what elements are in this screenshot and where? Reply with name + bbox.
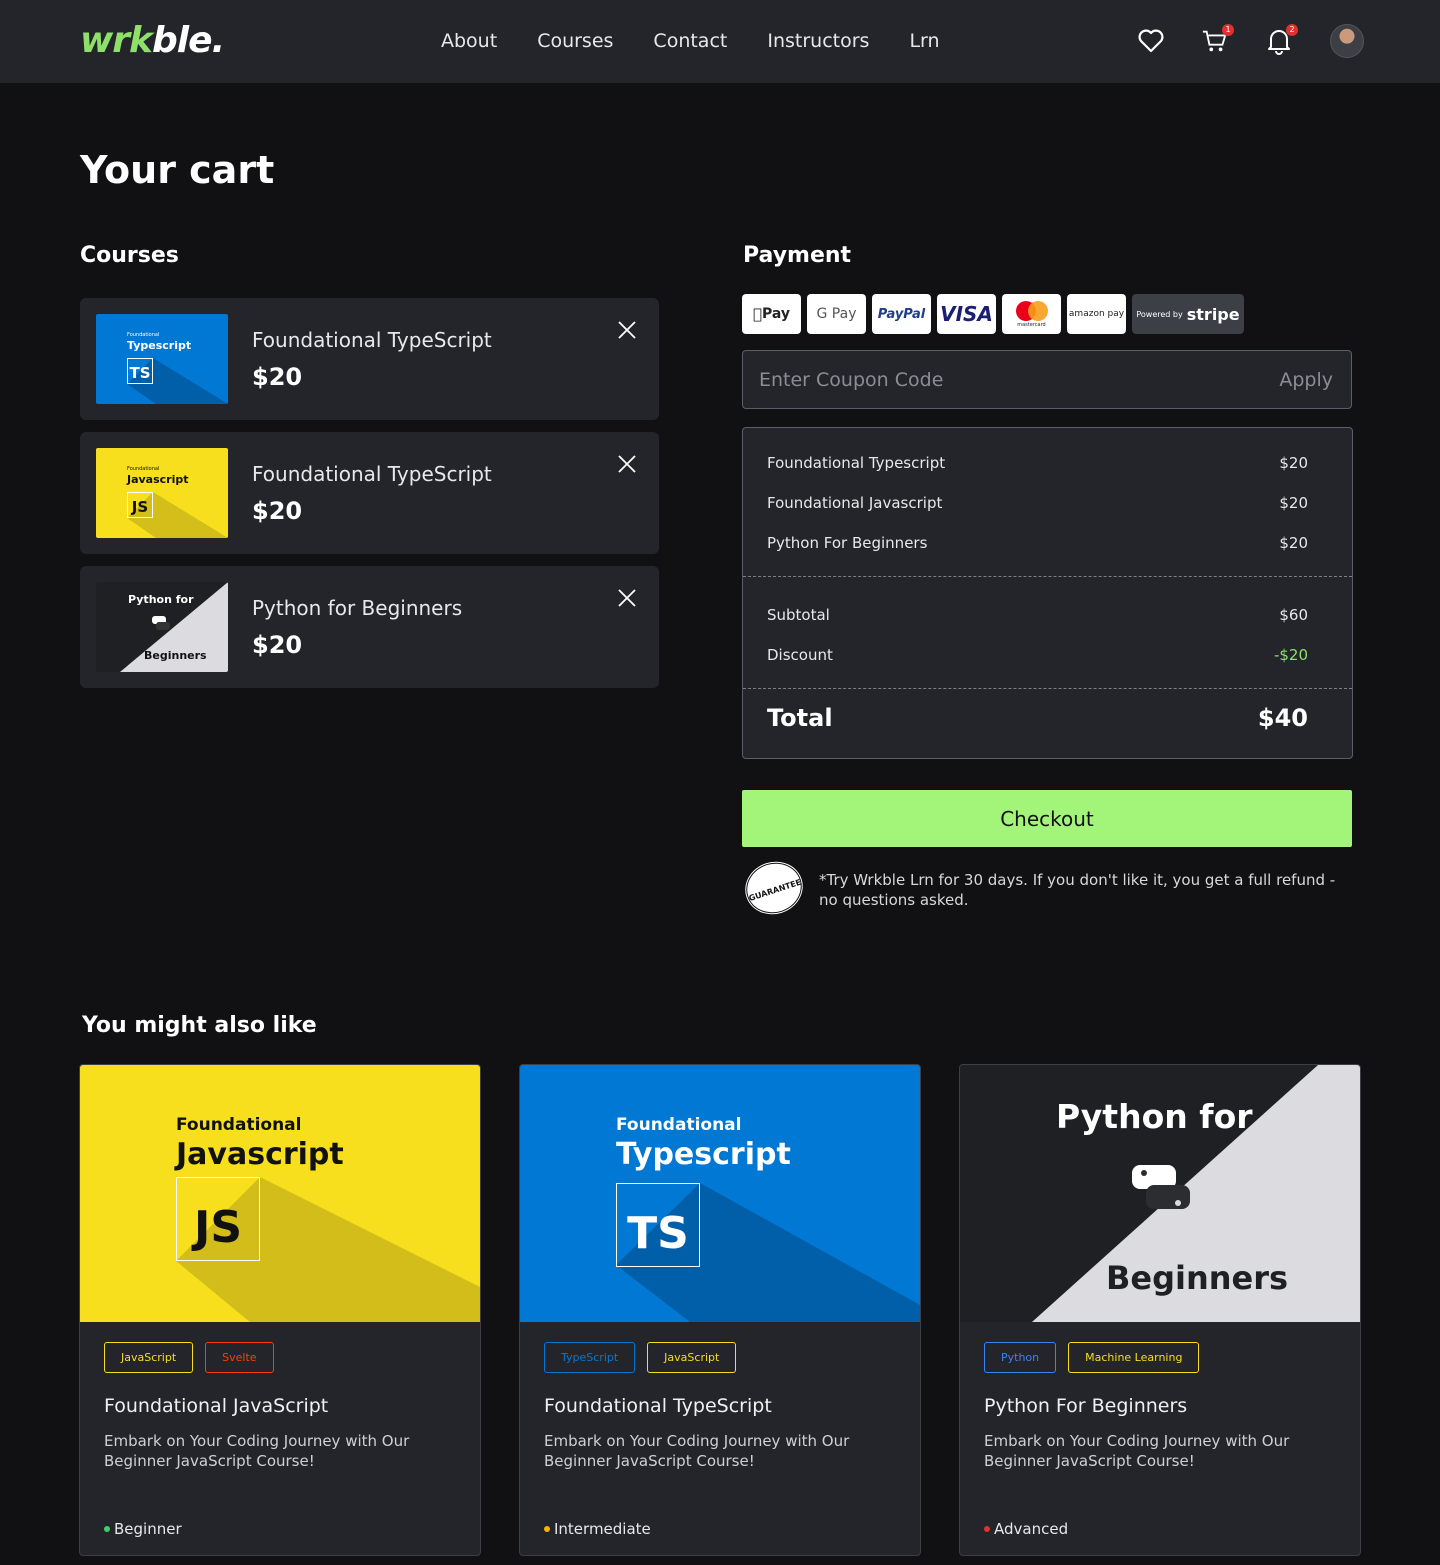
close-icon[interactable] xyxy=(617,454,637,474)
apply-coupon-button[interactable]: Apply xyxy=(1279,369,1333,391)
course-title: Foundational TypeScript xyxy=(544,1395,772,1417)
divider xyxy=(743,688,1352,689)
coupon-input[interactable]: Enter Coupon Code xyxy=(759,369,943,391)
course-image: Python for Beginners xyxy=(960,1065,1360,1322)
summary-line: Foundational Typescript $20 xyxy=(767,454,1308,472)
money-back-guarantee-badge: GUARANTEE xyxy=(737,853,811,923)
nav-lrn[interactable]: Lrn xyxy=(909,30,939,52)
level-indicator: Intermediate xyxy=(544,1520,651,1538)
course-description: Embark on Your Coding Journey with Our B… xyxy=(104,1432,410,1470)
cart-item: Foundational Typescript TS Foundational … xyxy=(80,298,659,420)
apple-pay-logo[interactable]: Pay xyxy=(742,294,801,334)
nav-instructors[interactable]: Instructors xyxy=(767,30,869,52)
cart-item-price: $20 xyxy=(252,631,303,659)
checkout-button[interactable]: Checkout xyxy=(742,790,1352,847)
subtotal-row: Subtotal $60 xyxy=(767,606,1308,624)
summary-line: Foundational Javascript $20 xyxy=(767,494,1308,512)
guarantee-text: *Try Wrkble Lrn for 30 days. If you don'… xyxy=(819,871,1336,909)
course-description: Embark on Your Coding Journey with Our B… xyxy=(544,1432,850,1470)
course-title: Python For Beginners xyxy=(984,1395,1188,1417)
course-card[interactable]: Foundational Typescript TS TypeScript Ja… xyxy=(519,1064,921,1556)
stripe-logo: Powered by stripe xyxy=(1132,294,1244,334)
cart-badge: 1 xyxy=(1222,24,1234,36)
payment-methods: Pay G Pay PayPal VISA mastercard amazon… xyxy=(742,294,1244,334)
tag: Machine Learning xyxy=(1068,1342,1200,1373)
level-indicator: Advanced xyxy=(984,1520,1068,1538)
cart-item: Foundational Javascript JS Foundational … xyxy=(80,432,659,554)
close-icon[interactable] xyxy=(617,588,637,608)
notification-badge: 2 xyxy=(1286,24,1298,36)
tag: JavaScript xyxy=(647,1342,737,1373)
course-description: Embark on Your Coding Journey with Our B… xyxy=(984,1432,1290,1470)
total-row: Total $40 xyxy=(767,704,1308,732)
cart-item-name: Foundational TypeScript xyxy=(252,462,492,486)
cart-item-name: Foundational TypeScript xyxy=(252,328,492,352)
course-thumbnail: Foundational Typescript TS xyxy=(96,314,228,404)
course-title: Foundational JavaScript xyxy=(104,1395,329,1417)
nav-about[interactable]: About xyxy=(441,30,497,52)
cart-item: Python for Beginners Python for Beginner… xyxy=(80,566,659,688)
tag: TypeScript xyxy=(544,1342,636,1373)
cart-icon[interactable]: 1 xyxy=(1202,24,1234,56)
courses-heading: Courses xyxy=(80,243,179,268)
payment-heading: Payment xyxy=(743,243,852,268)
main-nav: About Courses Contact Instructors Lrn xyxy=(441,30,940,52)
wrkble-logo[interactable]: wrkble. xyxy=(80,20,225,61)
order-summary: Foundational Typescript $20 Foundational … xyxy=(742,427,1353,759)
course-card[interactable]: Python for Beginners Python Machine Lear… xyxy=(959,1064,1361,1556)
course-image: Foundational Typescript TS xyxy=(520,1065,920,1322)
amazon-pay-logo[interactable]: amazon pay xyxy=(1067,294,1126,334)
bell-icon[interactable]: 2 xyxy=(1266,24,1298,56)
recommendations-heading: You might also like xyxy=(82,1013,317,1038)
nav-courses[interactable]: Courses xyxy=(537,30,613,52)
paypal-logo[interactable]: PayPal xyxy=(872,294,931,334)
summary-line: Python For Beginners $20 xyxy=(767,534,1308,552)
top-nav-bar: wrkble. About Courses Contact Instructor… xyxy=(0,0,1440,83)
google-pay-logo[interactable]: G Pay xyxy=(807,294,866,334)
cart-item-price: $20 xyxy=(252,497,303,525)
course-image: Foundational Javascript JS xyxy=(80,1065,480,1322)
visa-logo[interactable]: VISA xyxy=(937,294,996,334)
heart-icon[interactable] xyxy=(1138,26,1164,56)
page-title: Your cart xyxy=(80,148,275,192)
coupon-field[interactable]: Enter Coupon Code Apply xyxy=(742,350,1352,409)
course-thumbnail: Python for Beginners xyxy=(96,582,228,672)
user-avatar[interactable] xyxy=(1330,24,1364,58)
course-thumbnail: Foundational Javascript JS xyxy=(96,448,228,538)
discount-row: Discount -$20 xyxy=(767,646,1308,664)
nav-contact[interactable]: Contact xyxy=(653,30,727,52)
tag: Svelte xyxy=(205,1342,274,1373)
cart-item-price: $20 xyxy=(252,363,303,391)
cart-item-name: Python for Beginners xyxy=(252,596,463,620)
course-card[interactable]: Foundational Javascript JS JavaScript Sv… xyxy=(79,1064,481,1556)
mastercard-logo[interactable]: mastercard xyxy=(1002,294,1061,334)
divider xyxy=(743,576,1352,577)
tag: JavaScript xyxy=(104,1342,194,1373)
tag: Python xyxy=(984,1342,1057,1373)
python-logo-icon xyxy=(1132,1165,1190,1209)
level-indicator: Beginner xyxy=(104,1520,182,1538)
close-icon[interactable] xyxy=(617,320,637,340)
